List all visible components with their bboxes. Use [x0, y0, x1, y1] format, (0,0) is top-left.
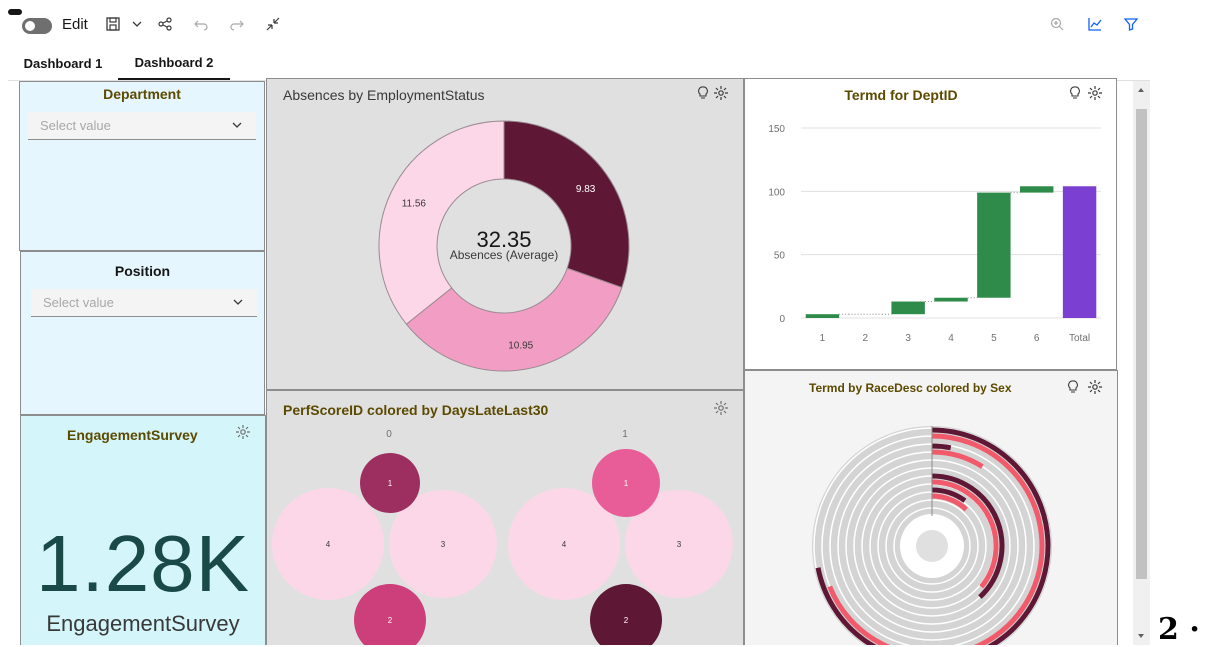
engagement-value: 1.28K: [35, 519, 251, 608]
department-placeholder: Select value: [40, 118, 111, 133]
toolbar: Edit: [0, 0, 1150, 46]
bubble-label: 3: [441, 540, 446, 549]
termd-dept-panel: Termd for DeptID 0 50 100 150 1 2 3 4 5 6 Total: [744, 78, 1117, 370]
waterfall-bar[interactable]: [977, 192, 1011, 298]
position-placeholder: Select value: [43, 295, 114, 310]
chevron-down-icon: [233, 299, 243, 305]
department-title: Department: [103, 86, 181, 102]
perf-bubble-chart: 0 4 3 1 2 1 4 3 1 2: [272, 429, 733, 645]
x-tick-label: 5: [991, 333, 997, 344]
waterfall-bar[interactable]: [1062, 186, 1097, 318]
scroll-down-arrow[interactable]: [1138, 634, 1144, 638]
x-tick-label: 1: [820, 333, 826, 344]
engagement-panel: EngagementSurvey 1.28K EngagementSurvey: [20, 415, 266, 645]
chart-icon[interactable]: [1084, 13, 1106, 35]
termd-dept-waterfall-chart: 0 50 100 150 1 2 3 4 5 6 Total: [768, 124, 1101, 344]
dashboard-tabs: Dashboard 1 Dashboard 2: [8, 46, 1150, 81]
bubble[interactable]: [590, 584, 662, 645]
scroll-thumb[interactable]: [1136, 109, 1147, 579]
position-title: Position: [114, 263, 171, 279]
share-icon[interactable]: [154, 13, 176, 35]
bubble-label: 3: [677, 540, 682, 549]
engagement-caption: EngagementSurvey: [46, 611, 240, 636]
donut-center-label: Absences (Average): [450, 248, 559, 262]
filter-icon[interactable]: [1120, 13, 1142, 35]
termd-race-panel: Termd by RaceDesc colored by Sex: [744, 370, 1118, 645]
undo-icon[interactable]: [190, 13, 212, 35]
absences-donut-chart: 9.8310.9511.56 32.35 Absences (Average): [378, 120, 630, 372]
bubble-label: 2: [624, 616, 629, 625]
page-number: 2 ·: [1158, 612, 1200, 647]
collapse-icon[interactable]: [262, 13, 284, 35]
waterfall-bar[interactable]: [805, 314, 840, 318]
department-filter-panel: Department Select value: [19, 81, 265, 251]
tab-dashboard-2[interactable]: Dashboard 2: [118, 46, 230, 80]
y-tick-label: 150: [768, 124, 785, 135]
termd-race-radial-chart: [812, 426, 1052, 645]
department-select[interactable]: Select value: [28, 112, 256, 140]
x-tick-label: 4: [948, 333, 954, 344]
y-tick-label: 0: [779, 314, 785, 325]
edit-toggle[interactable]: [22, 18, 52, 34]
bubble-label: 1: [388, 479, 393, 488]
vertical-scrollbar[interactable]: [1133, 81, 1150, 645]
bubble-label: 1: [624, 479, 629, 488]
engagement-title: EngagementSurvey: [67, 427, 198, 443]
facet-header: 1: [622, 429, 628, 440]
waterfall-bar[interactable]: [934, 297, 968, 302]
bubble-label: 4: [562, 540, 567, 549]
chevron-down-icon[interactable]: [126, 13, 148, 35]
x-tick-label: 6: [1034, 333, 1040, 344]
zoom-icon[interactable]: [1046, 13, 1068, 35]
position-filter-panel: Position Select value: [20, 251, 265, 415]
radial-bar[interactable]: [931, 443, 952, 451]
radial-core: [916, 530, 948, 562]
absences-panel: Absences by EmploymentStatus 9.83 10.95 11…: [266, 78, 744, 390]
settings-icon[interactable]: [235, 424, 251, 440]
save-icon[interactable]: [102, 13, 124, 35]
facet-header: 0: [386, 429, 392, 440]
bubble-label: 4: [326, 540, 331, 549]
donut-slice[interactable]: [378, 120, 505, 325]
x-tick-label: 3: [905, 333, 911, 344]
edit-label: Edit: [62, 16, 88, 33]
y-tick-label: 50: [774, 251, 786, 262]
redo-icon[interactable]: [226, 13, 248, 35]
scroll-up-arrow[interactable]: [1138, 88, 1144, 92]
x-tick-label: 2: [863, 333, 869, 344]
tab-dashboard-1[interactable]: Dashboard 1: [18, 46, 108, 80]
toggle-knob: [8, 9, 22, 15]
donut-slice-label: 10.95: [508, 341, 533, 352]
perf-panel: PerfScoreID colored by DaysLateLast30 04…: [266, 390, 744, 645]
waterfall-bar[interactable]: [891, 301, 925, 315]
waterfall-bar[interactable]: [1020, 186, 1054, 193]
donut-slice[interactable]: [503, 120, 630, 289]
position-select[interactable]: Select value: [31, 289, 257, 317]
donut-slice-label: 9.83: [576, 184, 596, 195]
y-tick-label: 100: [768, 187, 785, 198]
donut-slice-label: 11.56: [402, 199, 427, 210]
x-tick-label: Total: [1069, 333, 1090, 344]
bubble[interactable]: [354, 584, 426, 645]
bubble-label: 2: [388, 616, 393, 625]
chevron-down-icon: [232, 122, 242, 128]
